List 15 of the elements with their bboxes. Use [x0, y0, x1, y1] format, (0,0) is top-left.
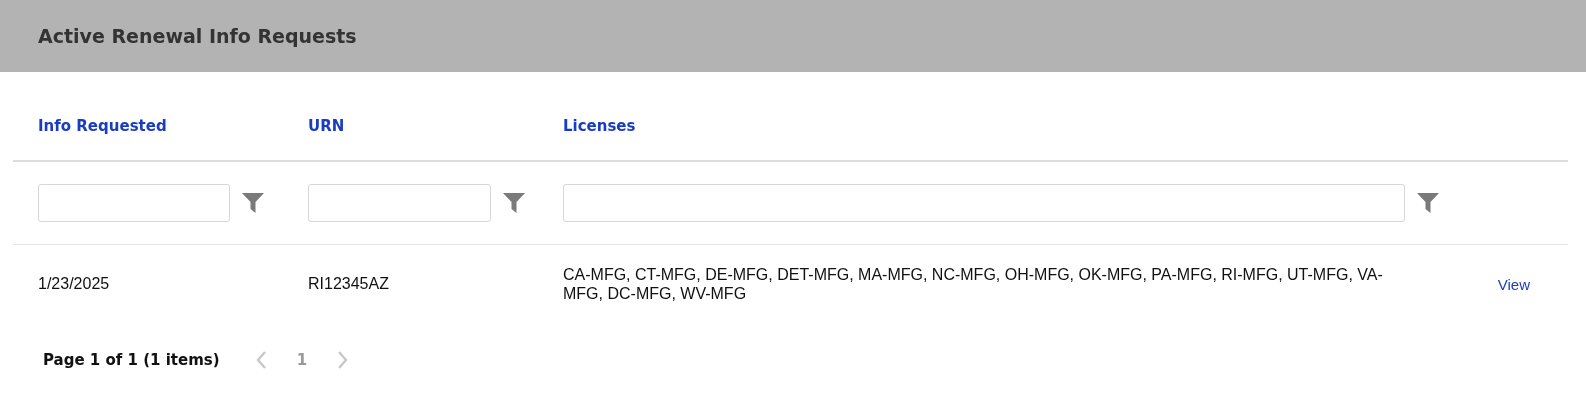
column-header[interactable]: Info Requested	[38, 117, 167, 135]
table-cell: 1/23/2025	[38, 275, 110, 293]
column-header[interactable]: URN	[308, 117, 345, 135]
page-summary: Page 1 of 1 (1 items)	[43, 351, 220, 369]
table-cell-text: CA-MFG, CT-MFG, DE-MFG, DET-MFG, MA-MFG, NC-MFG, OH-MFG, OK-MFG, PA-MFG, RI-MFG, UT-MFG, VA-MFG, DC-MFG, WV-MFG	[563, 265, 1384, 303]
view-link[interactable]: View	[1497, 275, 1530, 293]
filter-icon[interactable]	[503, 193, 525, 213]
filter-field[interactable]	[308, 184, 491, 222]
filter-icon[interactable]	[1417, 193, 1439, 213]
table-cell: RI12345AZ	[308, 275, 389, 293]
filter-icon[interactable]	[242, 193, 264, 213]
column-header[interactable]: Licenses	[563, 117, 636, 135]
page-title: Active Renewal Info Requests	[38, 25, 357, 47]
filter-field[interactable]	[38, 184, 230, 222]
filter-field[interactable]	[563, 184, 1405, 222]
